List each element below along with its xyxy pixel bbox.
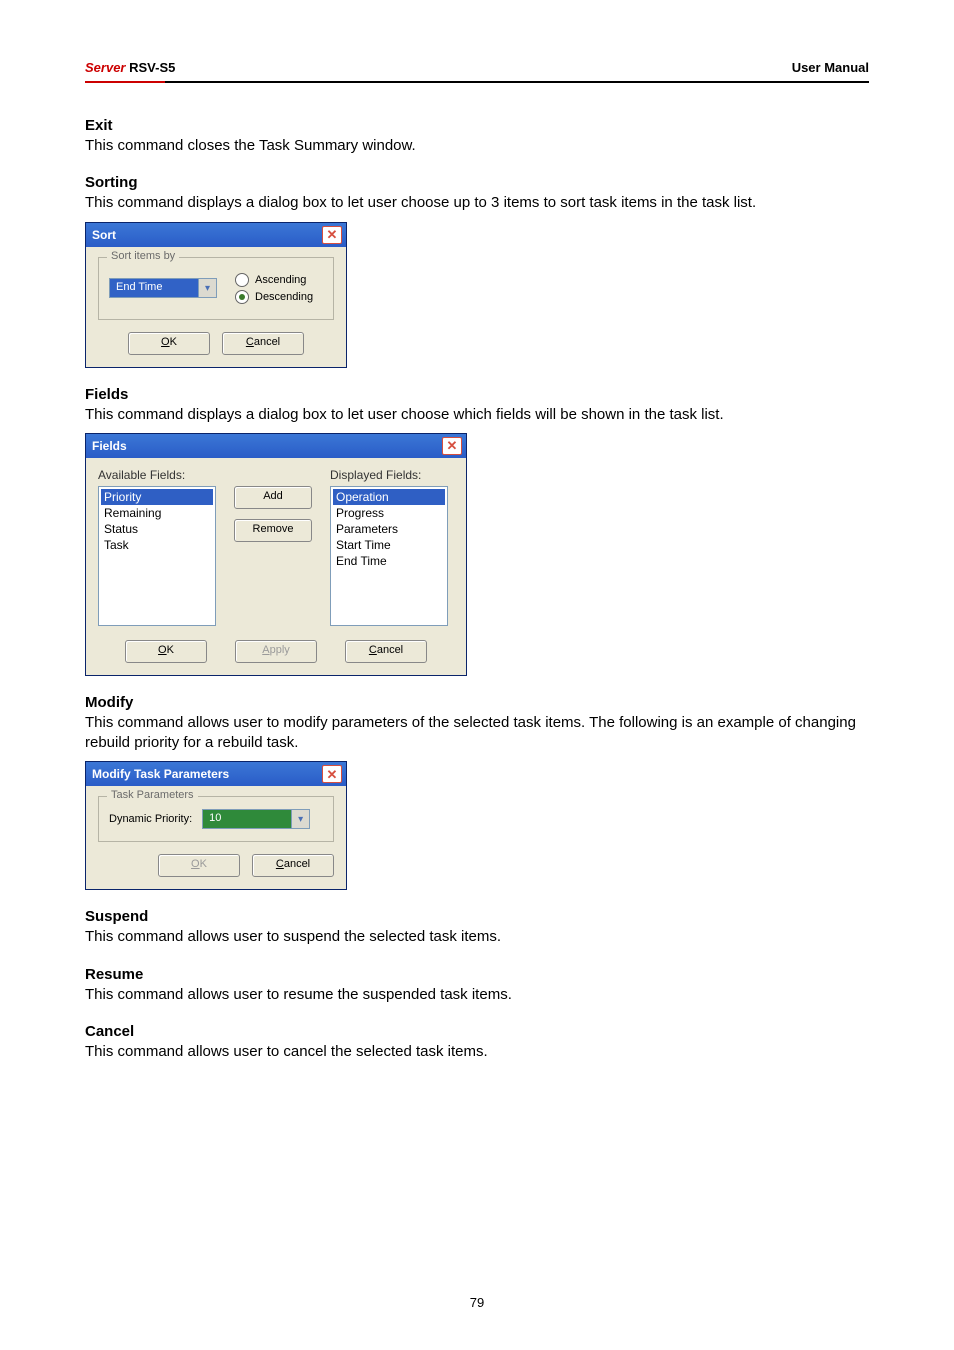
radio-icon: [235, 290, 249, 304]
sort-field-value: End Time: [109, 278, 198, 298]
chevron-down-icon[interactable]: ▾: [291, 809, 310, 829]
close-icon[interactable]: ✕: [322, 765, 342, 783]
sort-field-dropdown[interactable]: End Time ▾: [109, 278, 217, 298]
dynamic-priority-label: Dynamic Priority:: [109, 813, 192, 825]
section-text-cancel: This command allows user to cancel the s…: [85, 1042, 869, 1062]
cancel-button[interactable]: CancelCancel: [222, 332, 304, 355]
modify-dialog-titlebar: Modify Task Parameters ✕: [86, 762, 346, 786]
cancel-button[interactable]: CancelCancel: [252, 854, 334, 877]
radio-descending-label: Descending: [255, 291, 313, 303]
available-fields-listbox[interactable]: Priority Remaining Status Task: [98, 486, 216, 626]
section-title-fields: Fields: [85, 386, 869, 403]
dynamic-priority-value: 10: [202, 809, 291, 829]
section-text-sorting: This command displays a dialog box to le…: [85, 193, 869, 213]
list-item[interactable]: Start Time: [333, 537, 445, 553]
list-item[interactable]: Status: [101, 521, 213, 537]
header-right: User Manual: [792, 60, 869, 75]
apply-button: ApplyApply: [235, 640, 317, 663]
available-fields-label: Available Fields:: [98, 468, 216, 482]
section-title-resume: Resume: [85, 966, 869, 983]
page-header: Server RSV-S5 User Manual: [85, 60, 869, 81]
remove-button[interactable]: Remove: [234, 519, 312, 542]
list-item[interactable]: Operation: [333, 489, 445, 505]
section-title-cancel: Cancel: [85, 1023, 869, 1040]
list-item[interactable]: Progress: [333, 505, 445, 521]
ok-button[interactable]: OKOK: [125, 640, 207, 663]
header-rule: [85, 81, 869, 83]
sort-dialog: Sort ✕ Sort items by End Time ▾ Ascendin…: [85, 222, 347, 368]
section-text-suspend: This command allows user to suspend the …: [85, 927, 869, 947]
displayed-fields-listbox[interactable]: Operation Progress Parameters Start Time…: [330, 486, 448, 626]
radio-ascending-label: Ascending: [255, 274, 306, 286]
list-item[interactable]: Priority: [101, 489, 213, 505]
section-text-fields: This command displays a dialog box to le…: [85, 405, 869, 425]
list-item[interactable]: End Time: [333, 553, 445, 569]
sort-dialog-titlebar: Sort ✕: [86, 223, 346, 247]
chevron-down-icon[interactable]: ▾: [198, 278, 217, 298]
modify-legend: Task Parameters: [107, 789, 198, 801]
list-item[interactable]: Remaining: [101, 505, 213, 521]
sort-legend: Sort items by: [107, 250, 179, 262]
ok-button: OKOK: [158, 854, 240, 877]
close-icon[interactable]: ✕: [442, 437, 462, 455]
section-text-exit: This command closes the Task Summary win…: [85, 136, 869, 156]
modify-dialog-title: Modify Task Parameters: [92, 767, 229, 781]
radio-descending[interactable]: Descending: [235, 290, 313, 304]
close-icon[interactable]: ✕: [322, 226, 342, 244]
displayed-fields-label: Displayed Fields:: [330, 468, 448, 482]
list-item[interactable]: Parameters: [333, 521, 445, 537]
fields-dialog-titlebar: Fields ✕: [86, 434, 466, 458]
cancel-button[interactable]: CancelCancel: [345, 640, 427, 663]
list-item[interactable]: Task: [101, 537, 213, 553]
dynamic-priority-dropdown[interactable]: 10 ▾: [202, 809, 310, 829]
header-server-label: Server: [85, 60, 125, 75]
section-title-exit: Exit: [85, 117, 869, 134]
section-title-suspend: Suspend: [85, 908, 869, 925]
radio-ascending[interactable]: Ascending: [235, 273, 313, 287]
section-title-sorting: Sorting: [85, 174, 869, 191]
add-button[interactable]: Add: [234, 486, 312, 509]
section-text-modify: This command allows user to modify param…: [85, 713, 869, 754]
sort-dialog-title: Sort: [92, 228, 116, 242]
page-number: 79: [0, 1295, 954, 1310]
fields-dialog: Fields ✕ Available Fields: Priority Rema…: [85, 433, 467, 676]
radio-icon: [235, 273, 249, 287]
section-text-resume: This command allows user to resume the s…: [85, 985, 869, 1005]
modify-dialog: Modify Task Parameters ✕ Task Parameters…: [85, 761, 347, 890]
fields-dialog-title: Fields: [92, 439, 127, 453]
header-model: RSV-S5: [129, 60, 175, 75]
ok-button[interactable]: OOKK: [128, 332, 210, 355]
section-title-modify: Modify: [85, 694, 869, 711]
